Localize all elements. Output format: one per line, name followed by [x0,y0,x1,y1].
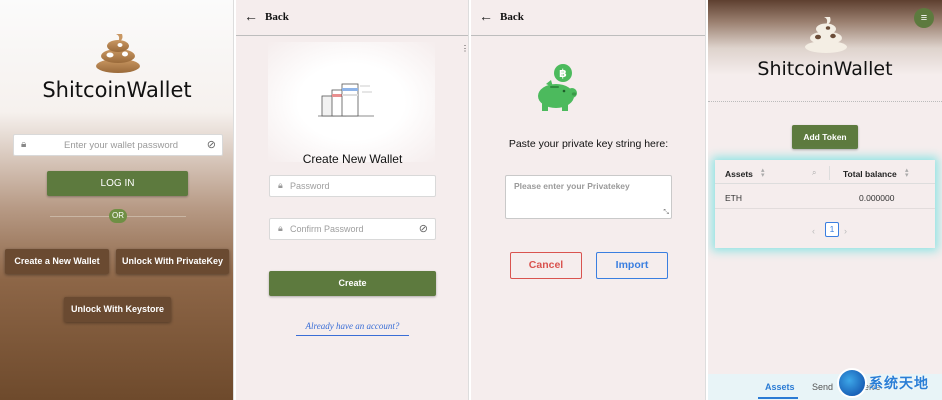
back-button[interactable]: Back [265,11,289,23]
import-button[interactable]: Import [596,252,668,279]
login-button[interactable]: LOG IN [47,171,188,196]
column-separator [829,166,830,180]
back-button[interactable]: Back [500,11,524,23]
top-bar: ← Back [236,0,468,36]
divider [708,101,942,102]
password-placeholder: Password [290,181,330,191]
unlock-keystore-button[interactable]: Unlock With Keystore [64,297,171,322]
tab-assets[interactable]: Assets [765,382,795,392]
create-button[interactable]: Create [269,271,436,296]
page-number[interactable]: 1 [825,222,839,237]
eye-slash-icon[interactable]: ⊘ [419,222,428,235]
import-privatekey-screen: ← Back ฿ Paste your private key string h… [471,0,706,400]
eye-slash-icon[interactable]: ⊘ [207,138,216,151]
privatekey-placeholder: Please enter your Privatekey [514,181,630,191]
top-bar: ← Back [471,0,705,36]
bitcoin-piggy-bank-icon: ฿ [538,64,577,111]
confirm-password-field[interactable]: 🔒︎ Confirm Password ⊘ [269,218,436,240]
balance-cell: 0.000000 [859,193,895,203]
resize-grip-icon[interactable]: ⤡ [663,209,669,217]
add-token-button[interactable]: Add Token [792,125,858,149]
active-tab-indicator [758,397,798,399]
watermark-text: 系统天地 [869,376,929,392]
chevron-right-icon[interactable]: › [844,226,847,236]
poop-logo-icon [96,34,140,73]
column-header-balance[interactable]: Total balance [843,169,897,179]
chevron-left-icon[interactable]: ‹ [812,226,815,236]
lock-icon: 🔒︎ [278,180,283,190]
watermark-logo-icon [837,368,867,398]
wallet-cards-illustration [318,83,374,117]
cancel-button[interactable]: Cancel [510,252,582,279]
assets-table: Assets ▴ ▾ ⌕ Total balance ▴ ▾ ETH 0.00000… [715,160,935,248]
privatekey-textarea[interactable]: Please enter your Privatekey ⤡ [505,175,672,219]
or-badge: OR [109,209,127,223]
password-field[interactable]: 🔒︎ Enter your wallet password ⊘ [13,134,223,156]
column-header-assets[interactable]: Assets [725,169,753,179]
back-arrow-icon[interactable]: ← [244,8,258,24]
tab-send[interactable]: Send [812,382,833,392]
scroll-marker: ⋮ [461,44,469,53]
brand-title: ShitcoinWallet [757,58,893,80]
search-icon[interactable]: ⌕ [812,168,816,178]
password-placeholder: Enter your wallet password [64,140,179,151]
table-header: Assets ▴ ▾ ⌕ Total balance ▴ ▾ [715,162,935,184]
assets-screen: ≡ ShitcoinWallet Add Token Assets ▴ ▾ ⌕ T… [708,0,942,400]
sort-icon[interactable]: ▴ ▾ [761,167,765,179]
lock-icon: 🔒︎ [278,223,283,233]
confirm-password-placeholder: Confirm Password [290,224,364,234]
menu-icon[interactable]: ≡ [914,8,934,28]
login-screen: ShitcoinWallet 🔒︎ Enter your wallet pass… [0,0,234,400]
brand-title: ShitcoinWallet [42,78,192,102]
create-wallet-screen: ← Back ⋮ Create New Wallet 🔒︎ Password 🔒… [236,0,469,400]
create-wallet-title: Create New Wallet [302,152,403,166]
svg-text:฿: ฿ [559,67,567,80]
password-field[interactable]: 🔒︎ Password [269,175,436,197]
back-arrow-icon[interactable]: ← [479,8,493,24]
sort-icon[interactable]: ▴ ▾ [905,167,909,179]
create-wallet-button[interactable]: Create a New Wallet [5,249,109,274]
unlock-privatekey-button[interactable]: Unlock With PrivateKey [116,249,229,274]
lock-icon: 🔒︎ [21,139,27,150]
have-account-link[interactable]: Already have an account? [296,321,409,336]
poop-logo-icon [805,17,847,53]
asset-cell: ETH [725,193,742,203]
paste-instruction: Paste your private key string here: [508,138,669,150]
table-row[interactable]: ETH 0.000000 [715,185,935,209]
